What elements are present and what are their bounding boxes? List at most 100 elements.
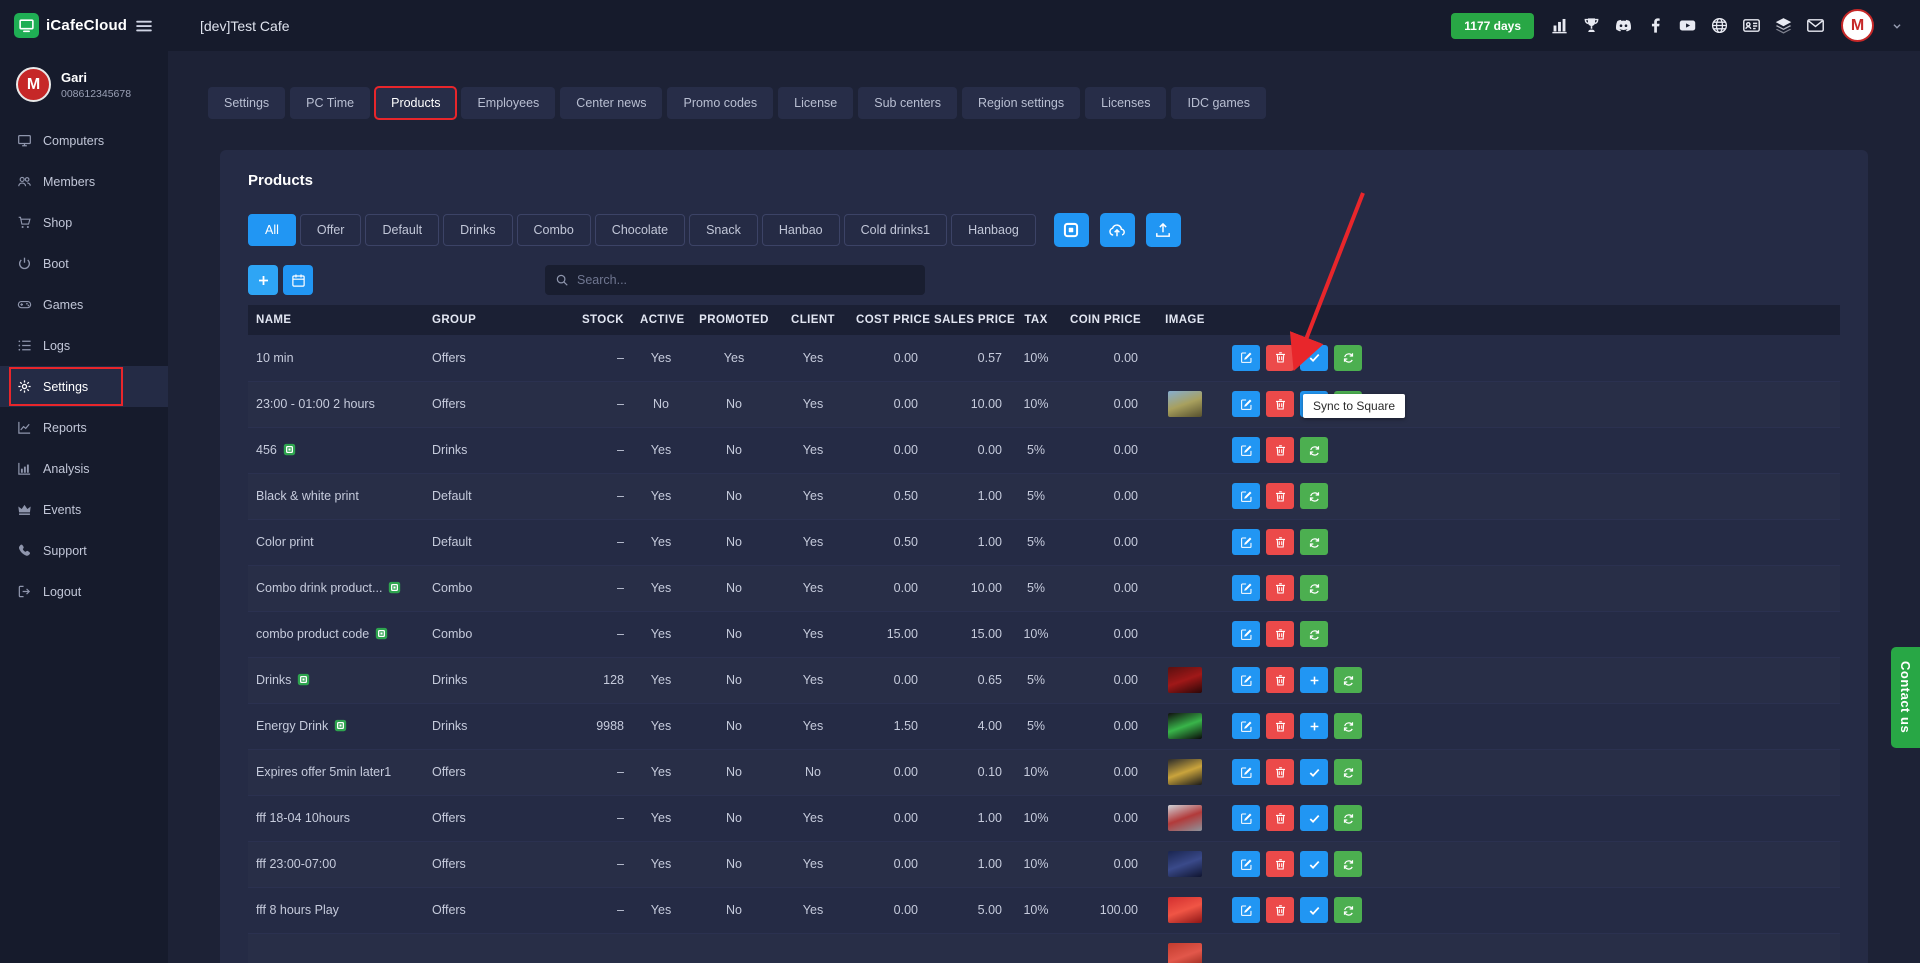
sync-to-square-button[interactable]	[1300, 575, 1328, 601]
mail-icon[interactable]	[1806, 16, 1825, 35]
sync-square-button[interactable]	[1054, 213, 1089, 247]
sync-to-square-button[interactable]	[1334, 805, 1362, 831]
stats-icon[interactable]	[1550, 16, 1569, 35]
sync-to-square-button[interactable]	[1334, 897, 1362, 923]
sidebar-item-computers[interactable]: Computers	[0, 120, 168, 161]
tab-employees[interactable]: Employees	[461, 87, 555, 119]
delete-product-button[interactable]	[1266, 529, 1294, 555]
edit-product-button[interactable]	[1232, 483, 1260, 509]
delete-product-button[interactable]	[1266, 667, 1294, 693]
sidebar-item-shop[interactable]: Shop	[0, 202, 168, 243]
upload-button[interactable]	[1146, 213, 1181, 247]
sidebar-item-settings[interactable]: Settings	[0, 366, 168, 407]
tab-licenses[interactable]: Licenses	[1085, 87, 1166, 119]
approve-product-button[interactable]	[1300, 759, 1328, 785]
edit-product-button[interactable]	[1232, 621, 1260, 647]
sync-to-square-button[interactable]	[1300, 437, 1328, 463]
edit-product-button[interactable]	[1232, 437, 1260, 463]
edit-product-button[interactable]	[1232, 667, 1260, 693]
add-stock-button[interactable]	[1300, 713, 1328, 739]
facebook-icon[interactable]	[1646, 16, 1665, 35]
edit-product-button[interactable]	[1232, 759, 1260, 785]
sync-to-square-button[interactable]	[1300, 621, 1328, 647]
filter-chocolate[interactable]: Chocolate	[595, 214, 685, 246]
delete-product-button[interactable]	[1266, 575, 1294, 601]
delete-product-button[interactable]	[1266, 851, 1294, 877]
sidebar-item-support[interactable]: Support	[0, 530, 168, 571]
edit-product-button[interactable]	[1232, 713, 1260, 739]
filter-cold-drinks1[interactable]: Cold drinks1	[844, 214, 947, 246]
tab-center-news[interactable]: Center news	[560, 87, 662, 119]
approve-product-button[interactable]	[1300, 897, 1328, 923]
delete-product-button[interactable]	[1266, 713, 1294, 739]
filter-drinks[interactable]: Drinks	[443, 214, 512, 246]
id-card-icon[interactable]	[1742, 16, 1761, 35]
sidebar-item-events[interactable]: Events	[0, 489, 168, 530]
sidebar-item-reports[interactable]: Reports	[0, 407, 168, 448]
delete-product-button[interactable]	[1266, 391, 1294, 417]
edit-product-button[interactable]	[1232, 575, 1260, 601]
globe-icon[interactable]	[1710, 16, 1729, 35]
tab-idc-games[interactable]: IDC games	[1171, 87, 1266, 119]
discord-icon[interactable]	[1614, 16, 1633, 35]
filter-combo[interactable]: Combo	[517, 214, 591, 246]
edit-product-button[interactable]	[1232, 345, 1260, 371]
filter-all[interactable]: All	[248, 214, 296, 246]
cell-coin-price: 0.00	[1062, 611, 1146, 657]
search-input[interactable]	[577, 273, 915, 287]
edit-product-button[interactable]	[1232, 851, 1260, 877]
tab-region-settings[interactable]: Region settings	[962, 87, 1080, 119]
filter-default[interactable]: Default	[365, 214, 439, 246]
delete-product-button[interactable]	[1266, 759, 1294, 785]
tab-license[interactable]: License	[778, 87, 853, 119]
delete-product-button[interactable]	[1266, 437, 1294, 463]
contact-us-button[interactable]: Contact us	[1891, 647, 1920, 748]
delete-product-button[interactable]	[1266, 483, 1294, 509]
cell-promoted: No	[690, 519, 778, 565]
add-product-button[interactable]	[248, 265, 278, 295]
cloud-upload-button[interactable]	[1100, 213, 1135, 247]
sidebar-item-boot[interactable]: Boot	[0, 243, 168, 284]
hamburger-icon[interactable]	[134, 16, 154, 36]
sync-to-square-button[interactable]	[1300, 529, 1328, 555]
trophy-icon[interactable]	[1582, 16, 1601, 35]
filter-snack[interactable]: Snack	[689, 214, 758, 246]
sidebar-item-games[interactable]: Games	[0, 284, 168, 325]
calendar-button[interactable]	[283, 265, 313, 295]
youtube-icon[interactable]	[1678, 16, 1697, 35]
user-avatar[interactable]: M	[1841, 9, 1874, 42]
edit-product-button[interactable]	[1232, 391, 1260, 417]
add-stock-button[interactable]	[1300, 667, 1328, 693]
approve-product-button[interactable]	[1300, 805, 1328, 831]
tab-promo-codes[interactable]: Promo codes	[667, 87, 773, 119]
sidebar-item-analysis[interactable]: Analysis	[0, 448, 168, 489]
chevron-down-icon[interactable]	[1890, 19, 1904, 33]
sidebar-item-members[interactable]: Members	[0, 161, 168, 202]
delete-product-button[interactable]	[1266, 897, 1294, 923]
sync-to-square-button[interactable]	[1300, 483, 1328, 509]
license-days-badge[interactable]: 1177 days	[1451, 13, 1534, 39]
edit-product-button[interactable]	[1232, 897, 1260, 923]
edit-product-button[interactable]	[1232, 805, 1260, 831]
approve-product-button[interactable]	[1300, 851, 1328, 877]
tab-sub-centers[interactable]: Sub centers	[858, 87, 957, 119]
filter-hanbao[interactable]: Hanbao	[762, 214, 840, 246]
sync-to-square-button[interactable]	[1334, 759, 1362, 785]
sync-to-square-button[interactable]	[1334, 713, 1362, 739]
sidebar-item-logout[interactable]: Logout	[0, 571, 168, 612]
sync-to-square-button[interactable]	[1334, 667, 1362, 693]
delete-product-button[interactable]	[1266, 345, 1294, 371]
delete-product-button[interactable]	[1266, 621, 1294, 647]
sync-to-square-button[interactable]	[1334, 345, 1362, 371]
approve-product-button[interactable]	[1300, 345, 1328, 371]
tab-pc-time[interactable]: PC Time	[290, 87, 370, 119]
filter-offer[interactable]: Offer	[300, 214, 362, 246]
tab-products[interactable]: Products	[375, 87, 456, 119]
sidebar-item-logs[interactable]: Logs	[0, 325, 168, 366]
layers-icon[interactable]	[1774, 16, 1793, 35]
tab-settings[interactable]: Settings	[208, 87, 285, 119]
delete-product-button[interactable]	[1266, 805, 1294, 831]
sync-to-square-button[interactable]	[1334, 851, 1362, 877]
filter-hanbaog[interactable]: Hanbaog	[951, 214, 1036, 246]
edit-product-button[interactable]	[1232, 529, 1260, 555]
